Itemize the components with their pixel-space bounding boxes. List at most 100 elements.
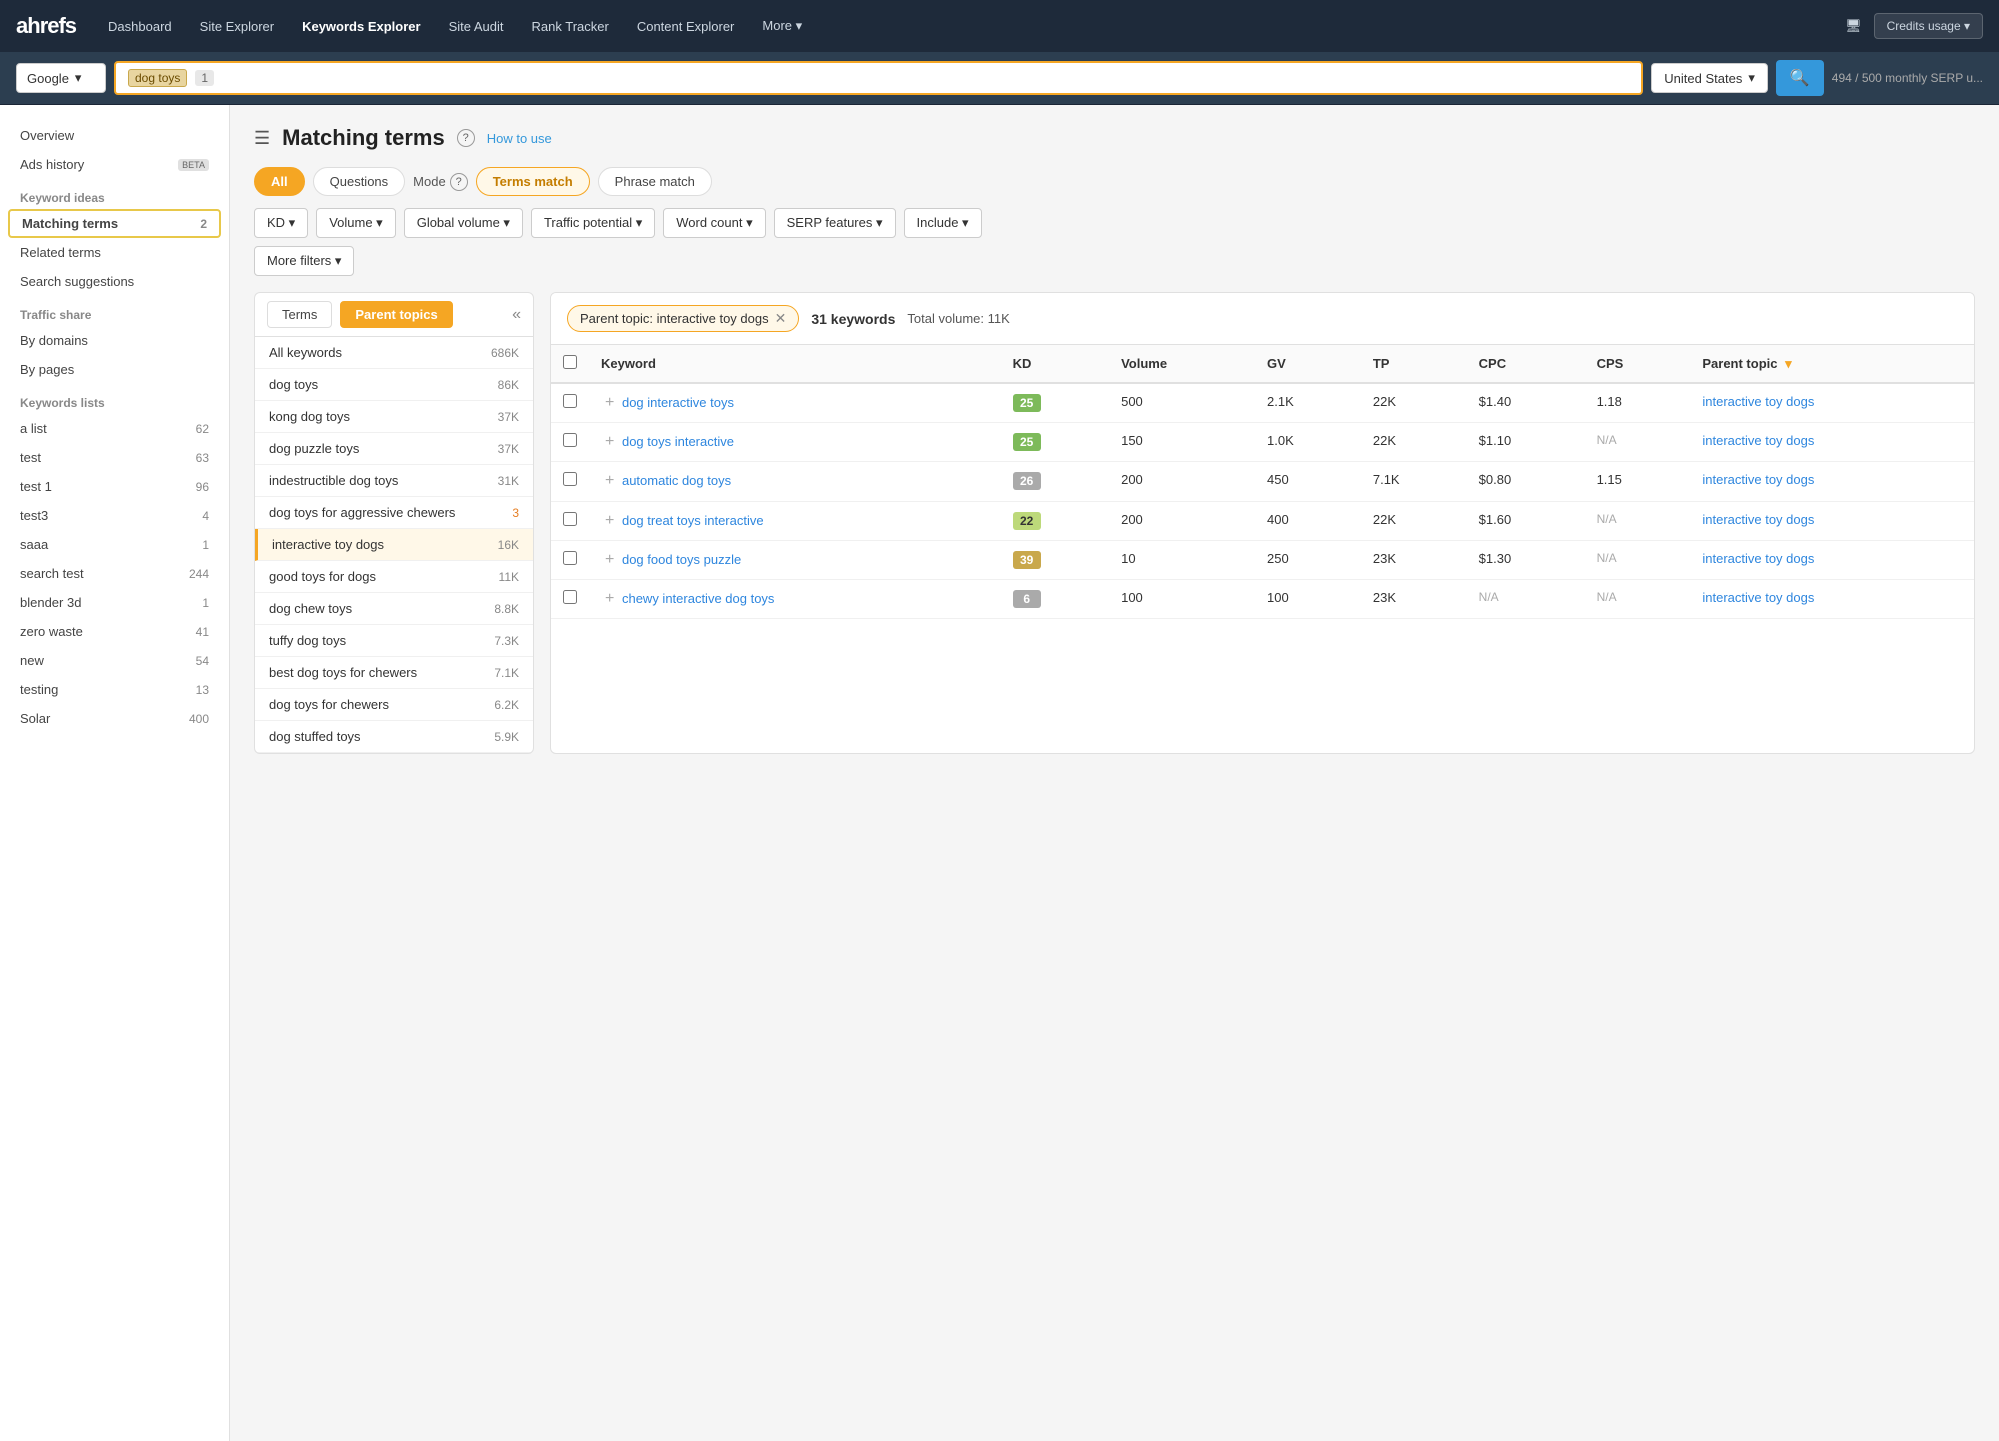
sidebar-list-item-6[interactable]: blender 3d 1: [0, 588, 229, 617]
parent-topic-3[interactable]: interactive toy dogs: [1702, 512, 1814, 527]
sidebar-item-by-domains[interactable]: By domains: [0, 326, 229, 355]
nav-content-explorer[interactable]: Content Explorer: [625, 13, 747, 40]
search-input[interactable]: [222, 70, 1629, 86]
sidebar-list-item-2[interactable]: test 1 96: [0, 472, 229, 501]
col-parent-topic[interactable]: Parent topic ▾: [1690, 345, 1974, 383]
terms-tab[interactable]: Terms: [267, 301, 332, 328]
volume-1: 150: [1109, 423, 1255, 462]
how-to-use-link[interactable]: How to use: [487, 131, 552, 146]
sidebar-list-item-10[interactable]: Solar 400: [0, 704, 229, 733]
row-checkbox-2[interactable]: [563, 472, 577, 486]
dropdown-filters-row: KD ▾ Volume ▾ Global volume ▾ Traffic po…: [254, 208, 1975, 238]
select-all-checkbox[interactable]: [563, 355, 577, 369]
filter-volume[interactable]: Volume ▾: [316, 208, 396, 238]
sidebar-item-by-pages[interactable]: By pages: [0, 355, 229, 384]
term-item-indestructible[interactable]: indestructible dog toys 31K: [255, 465, 533, 497]
parent-topic-0[interactable]: interactive toy dogs: [1702, 394, 1814, 409]
hamburger-icon[interactable]: ☰: [254, 128, 270, 149]
add-keyword-0[interactable]: +: [601, 394, 618, 411]
country-select[interactable]: United States ▾: [1651, 63, 1768, 93]
nav-rank-tracker[interactable]: Rank Tracker: [520, 13, 621, 40]
keyword-link-2[interactable]: automatic dog toys: [622, 473, 731, 488]
row-checkbox-1[interactable]: [563, 433, 577, 447]
row-checkbox-3[interactable]: [563, 512, 577, 526]
term-item-chew[interactable]: dog chew toys 8.8K: [255, 593, 533, 625]
col-tp: TP: [1361, 345, 1467, 383]
credits-usage-button[interactable]: Credits usage ▾: [1874, 13, 1983, 39]
country-label: United States: [1664, 71, 1742, 86]
term-item-stuffed[interactable]: dog stuffed toys 5.9K: [255, 721, 533, 753]
sidebar-list-item-5[interactable]: search test 244: [0, 559, 229, 588]
keyword-tag: dog toys: [128, 69, 187, 87]
col-checkbox: [551, 345, 589, 383]
keyword-link-1[interactable]: dog toys interactive: [622, 434, 734, 449]
add-keyword-4[interactable]: +: [601, 551, 618, 568]
add-keyword-5[interactable]: +: [601, 590, 618, 607]
filter-word-count[interactable]: Word count ▾: [663, 208, 765, 238]
row-checkbox-5[interactable]: [563, 590, 577, 604]
add-keyword-1[interactable]: +: [601, 433, 618, 450]
term-item-good[interactable]: good toys for dogs 11K: [255, 561, 533, 593]
term-item-best-chewers[interactable]: best dog toys for chewers 7.1K: [255, 657, 533, 689]
right-panel: Parent topic: interactive toy dogs ✕ 31 …: [550, 292, 1975, 754]
cpc-3: $1.60: [1467, 501, 1585, 540]
tab-phrase-match[interactable]: Phrase match: [598, 167, 712, 196]
more-filters-button[interactable]: More filters ▾: [254, 246, 354, 276]
keyword-link-4[interactable]: dog food toys puzzle: [622, 552, 741, 567]
filter-traffic-potential[interactable]: Traffic potential ▾: [531, 208, 655, 238]
nav-keywords-explorer[interactable]: Keywords Explorer: [290, 13, 433, 40]
mode-help-icon[interactable]: ?: [450, 173, 468, 191]
nav-dashboard[interactable]: Dashboard: [96, 13, 184, 40]
sidebar-list-item-1[interactable]: test 63: [0, 443, 229, 472]
help-icon[interactable]: ?: [457, 129, 475, 147]
sidebar-list-item-9[interactable]: testing 13: [0, 675, 229, 704]
sidebar-list-item-3[interactable]: test3 4: [0, 501, 229, 530]
collapse-button[interactable]: «: [512, 306, 521, 324]
term-item-dog-toys[interactable]: dog toys 86K: [255, 369, 533, 401]
sidebar-item-search-suggestions[interactable]: Search suggestions: [0, 267, 229, 296]
sidebar-item-ads-history[interactable]: Ads history BETA: [0, 150, 229, 179]
parent-topic-5[interactable]: interactive toy dogs: [1702, 590, 1814, 605]
nav-more[interactable]: More ▾: [750, 12, 814, 40]
term-item-puzzle[interactable]: dog puzzle toys 37K: [255, 433, 533, 465]
filter-kd[interactable]: KD ▾: [254, 208, 308, 238]
nav-site-explorer[interactable]: Site Explorer: [188, 13, 286, 40]
filter-serp-features[interactable]: SERP features ▾: [774, 208, 896, 238]
term-item-interactive[interactable]: interactive toy dogs 16K: [255, 529, 533, 561]
parent-topic-1[interactable]: interactive toy dogs: [1702, 433, 1814, 448]
parent-topic-4[interactable]: interactive toy dogs: [1702, 551, 1814, 566]
sidebar-list-item-0[interactable]: a list 62: [0, 414, 229, 443]
term-item-for-chewers[interactable]: dog toys for chewers 6.2K: [255, 689, 533, 721]
sidebar-item-related-terms[interactable]: Related terms: [0, 238, 229, 267]
search-button[interactable]: 🔍: [1776, 60, 1824, 96]
filter-global-volume[interactable]: Global volume ▾: [404, 208, 523, 238]
sidebar-item-overview[interactable]: Overview: [0, 121, 229, 150]
sidebar-list-item-8[interactable]: new 54: [0, 646, 229, 675]
sidebar-list-item-4[interactable]: saaa 1: [0, 530, 229, 559]
table-row: + dog treat toys interactive 22 200 400 …: [551, 501, 1974, 540]
sidebar-section-traffic-share: Traffic share: [0, 296, 229, 326]
row-checkbox-0[interactable]: [563, 394, 577, 408]
term-item-aggressive[interactable]: dog toys for aggressive chewers 3: [255, 497, 533, 529]
row-checkbox-4[interactable]: [563, 551, 577, 565]
nav-site-audit[interactable]: Site Audit: [437, 13, 516, 40]
add-keyword-3[interactable]: +: [601, 512, 618, 529]
term-item-kong[interactable]: kong dog toys 37K: [255, 401, 533, 433]
term-item-all[interactable]: All keywords 686K: [255, 337, 533, 369]
tab-questions[interactable]: Questions: [313, 167, 406, 196]
sidebar-item-matching-terms[interactable]: Matching terms 2: [8, 209, 221, 238]
parent-topics-tab[interactable]: Parent topics: [340, 301, 452, 328]
keyword-link-3[interactable]: dog treat toys interactive: [622, 513, 764, 528]
keyword-link-0[interactable]: dog interactive toys: [622, 395, 734, 410]
keyword-link-5[interactable]: chewy interactive dog toys: [622, 591, 774, 606]
term-item-tuffy[interactable]: tuffy dog toys 7.3K: [255, 625, 533, 657]
tab-terms-match[interactable]: Terms match: [476, 167, 590, 196]
topic-close-button[interactable]: ✕: [775, 310, 787, 327]
logo[interactable]: ahrefs: [16, 13, 76, 39]
parent-topic-2[interactable]: interactive toy dogs: [1702, 472, 1814, 487]
sidebar-list-item-7[interactable]: zero waste 41: [0, 617, 229, 646]
engine-select[interactable]: Google ▾: [16, 63, 106, 93]
filter-include[interactable]: Include ▾: [904, 208, 982, 238]
tab-all[interactable]: All: [254, 167, 305, 196]
add-keyword-2[interactable]: +: [601, 472, 618, 489]
